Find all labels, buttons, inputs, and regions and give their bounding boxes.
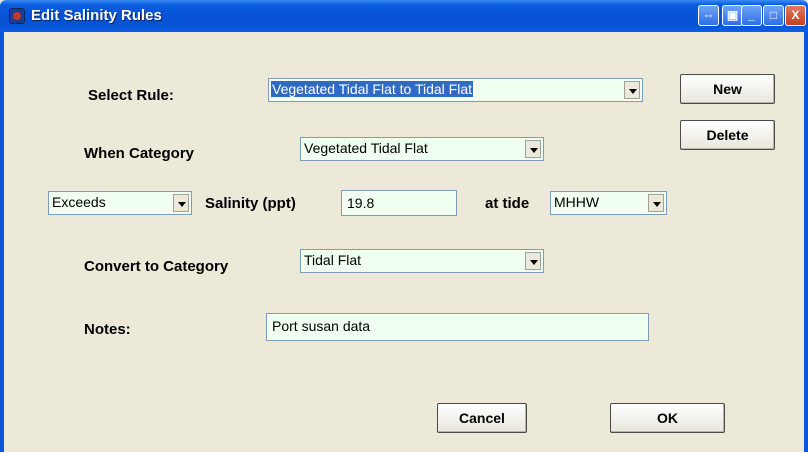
tide-value: MHHW: [554, 194, 600, 210]
salinity-value: 19.8: [347, 195, 375, 211]
window-title: Edit Salinity Rules: [31, 7, 162, 24]
notes-label: Notes:: [84, 321, 131, 338]
select-rule-value: Vegetated Tidal Flat to Tidal Flat: [271, 81, 474, 97]
chevron-down-icon[interactable]: [624, 81, 640, 99]
window-frame-right: [804, 32, 808, 452]
tide-label: at tide: [485, 195, 530, 212]
edit-salinity-rules-window: Edit Salinity Rules ⇔ ▣ _ □ X Select Rul…: [0, 0, 808, 452]
cancel-button[interactable]: Cancel: [437, 403, 527, 433]
app-icon: [9, 8, 25, 24]
when-category-label: When Category: [84, 145, 195, 162]
notes-input[interactable]: Port susan data: [266, 313, 649, 341]
chevron-down-icon[interactable]: [525, 140, 541, 158]
tide-dropdown[interactable]: MHHW: [550, 191, 667, 215]
window-restore-icon[interactable]: ▣: [722, 5, 743, 26]
salinity-label: Salinity (ppt): [205, 195, 296, 212]
chevron-down-icon[interactable]: [173, 194, 189, 212]
window-frame-left: [0, 32, 4, 452]
restore-arrows-icon[interactable]: ⇔: [698, 5, 719, 26]
delete-button[interactable]: Delete: [680, 120, 775, 150]
title-bar[interactable]: Edit Salinity Rules ⇔ ▣ _ □ X: [0, 0, 808, 32]
chevron-down-icon[interactable]: [525, 252, 541, 270]
select-rule-dropdown[interactable]: Vegetated Tidal Flat to Tidal Flat: [268, 78, 643, 102]
convert-category-dropdown[interactable]: Tidal Flat: [300, 249, 544, 273]
convert-category-value: Tidal Flat: [304, 252, 362, 268]
new-button[interactable]: New: [680, 74, 775, 104]
when-category-dropdown[interactable]: Vegetated Tidal Flat: [300, 137, 544, 161]
close-icon[interactable]: X: [785, 5, 806, 26]
comparator-value: Exceeds: [52, 194, 106, 210]
chevron-down-icon[interactable]: [648, 194, 664, 212]
select-rule-label: Select Rule:: [88, 87, 174, 104]
maximize-icon[interactable]: □: [763, 5, 784, 26]
convert-category-label: Convert to Category: [84, 258, 229, 275]
minimize-icon[interactable]: _: [741, 5, 762, 26]
salinity-input[interactable]: 19.8: [341, 190, 457, 216]
when-category-value: Vegetated Tidal Flat: [304, 140, 428, 156]
ok-button[interactable]: OK: [610, 403, 725, 433]
notes-value: Port susan data: [272, 318, 371, 334]
comparator-dropdown[interactable]: Exceeds: [48, 191, 192, 215]
